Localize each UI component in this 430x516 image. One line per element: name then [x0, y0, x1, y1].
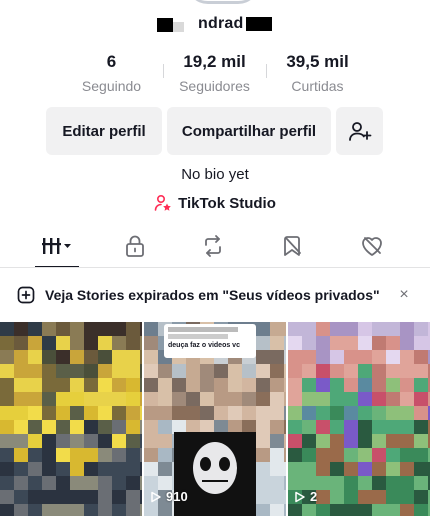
view-count-value: 910 — [166, 489, 188, 504]
stat-value: 39,5 mil — [286, 52, 349, 71]
stat-value: 19,2 mil — [183, 52, 246, 71]
caption-overlay: deuça faz o videos vc — [164, 324, 256, 358]
video-grid: deuça faz o videos vc 910 2 — [0, 322, 430, 516]
close-icon[interactable]: × — [396, 286, 412, 304]
stories-banner-text: Veja Stories expirados em "Seus vídeos p… — [45, 287, 380, 303]
profile-actions: Editar perfil Compartilhar perfil — [0, 107, 430, 155]
view-count: 910 — [150, 489, 188, 504]
divider — [0, 267, 430, 268]
lock-icon — [126, 235, 144, 257]
stories-banner[interactable]: Veja Stories expirados em "Seus vídeos p… — [0, 278, 430, 312]
view-count: 2 — [294, 489, 317, 504]
avatar[interactable] — [186, 0, 260, 4]
tab-liked[interactable] — [342, 226, 402, 266]
videos-grid-icon — [42, 238, 71, 254]
tab-favorites[interactable] — [262, 226, 322, 266]
video-thumbnail-image — [0, 322, 142, 516]
stat-likes[interactable]: 39,5 mil Curtidas — [266, 52, 369, 96]
liked-icon — [362, 237, 382, 256]
studio-label: TikTok Studio — [178, 194, 276, 212]
redaction-block — [157, 18, 173, 32]
profile-name: ndrad — [198, 15, 244, 32]
redaction-block — [173, 22, 184, 32]
stat-label: Seguidores — [179, 78, 250, 94]
stat-label: Curtidas — [291, 78, 344, 94]
profile-name-row: ndrad — [0, 14, 430, 36]
stat-following[interactable]: 6 Seguindo — [60, 52, 163, 96]
video-thumbnail[interactable] — [0, 322, 142, 516]
tab-videos[interactable] — [27, 226, 87, 266]
share-profile-button[interactable]: Compartilhar perfil — [167, 107, 331, 155]
stat-value: 6 — [106, 52, 117, 71]
profile-tabs — [0, 226, 430, 268]
add-user-icon — [348, 122, 371, 141]
stat-followers[interactable]: 19,2 mil Seguidores — [163, 52, 266, 96]
video-thumbnail-image — [288, 322, 430, 516]
favorites-icon — [284, 236, 301, 256]
play-icon — [295, 491, 305, 502]
redaction-block — [246, 17, 272, 31]
view-count-value: 2 — [310, 489, 318, 504]
tab-reposts[interactable] — [183, 226, 243, 266]
tiktok-studio-link[interactable]: TikTok Studio — [0, 194, 430, 212]
video-thumbnail[interactable]: deuça faz o videos vc 910 — [144, 322, 286, 516]
video-thumbnail[interactable]: 2 — [288, 322, 430, 516]
play-icon — [151, 491, 161, 502]
profile-stats: 6 Seguindo 19,2 mil Seguidores 39,5 mil … — [60, 52, 370, 96]
stat-label: Seguindo — [81, 78, 142, 94]
tab-private[interactable] — [105, 226, 165, 266]
add-friend-button[interactable] — [336, 107, 383, 155]
studio-icon — [154, 194, 171, 211]
edit-profile-button[interactable]: Editar perfil — [46, 107, 162, 155]
profile-bio: No bio yet — [181, 166, 249, 183]
repost-icon — [205, 235, 221, 257]
caption-text: deuça faz o videos vc — [168, 342, 240, 349]
add-story-icon — [17, 286, 35, 304]
